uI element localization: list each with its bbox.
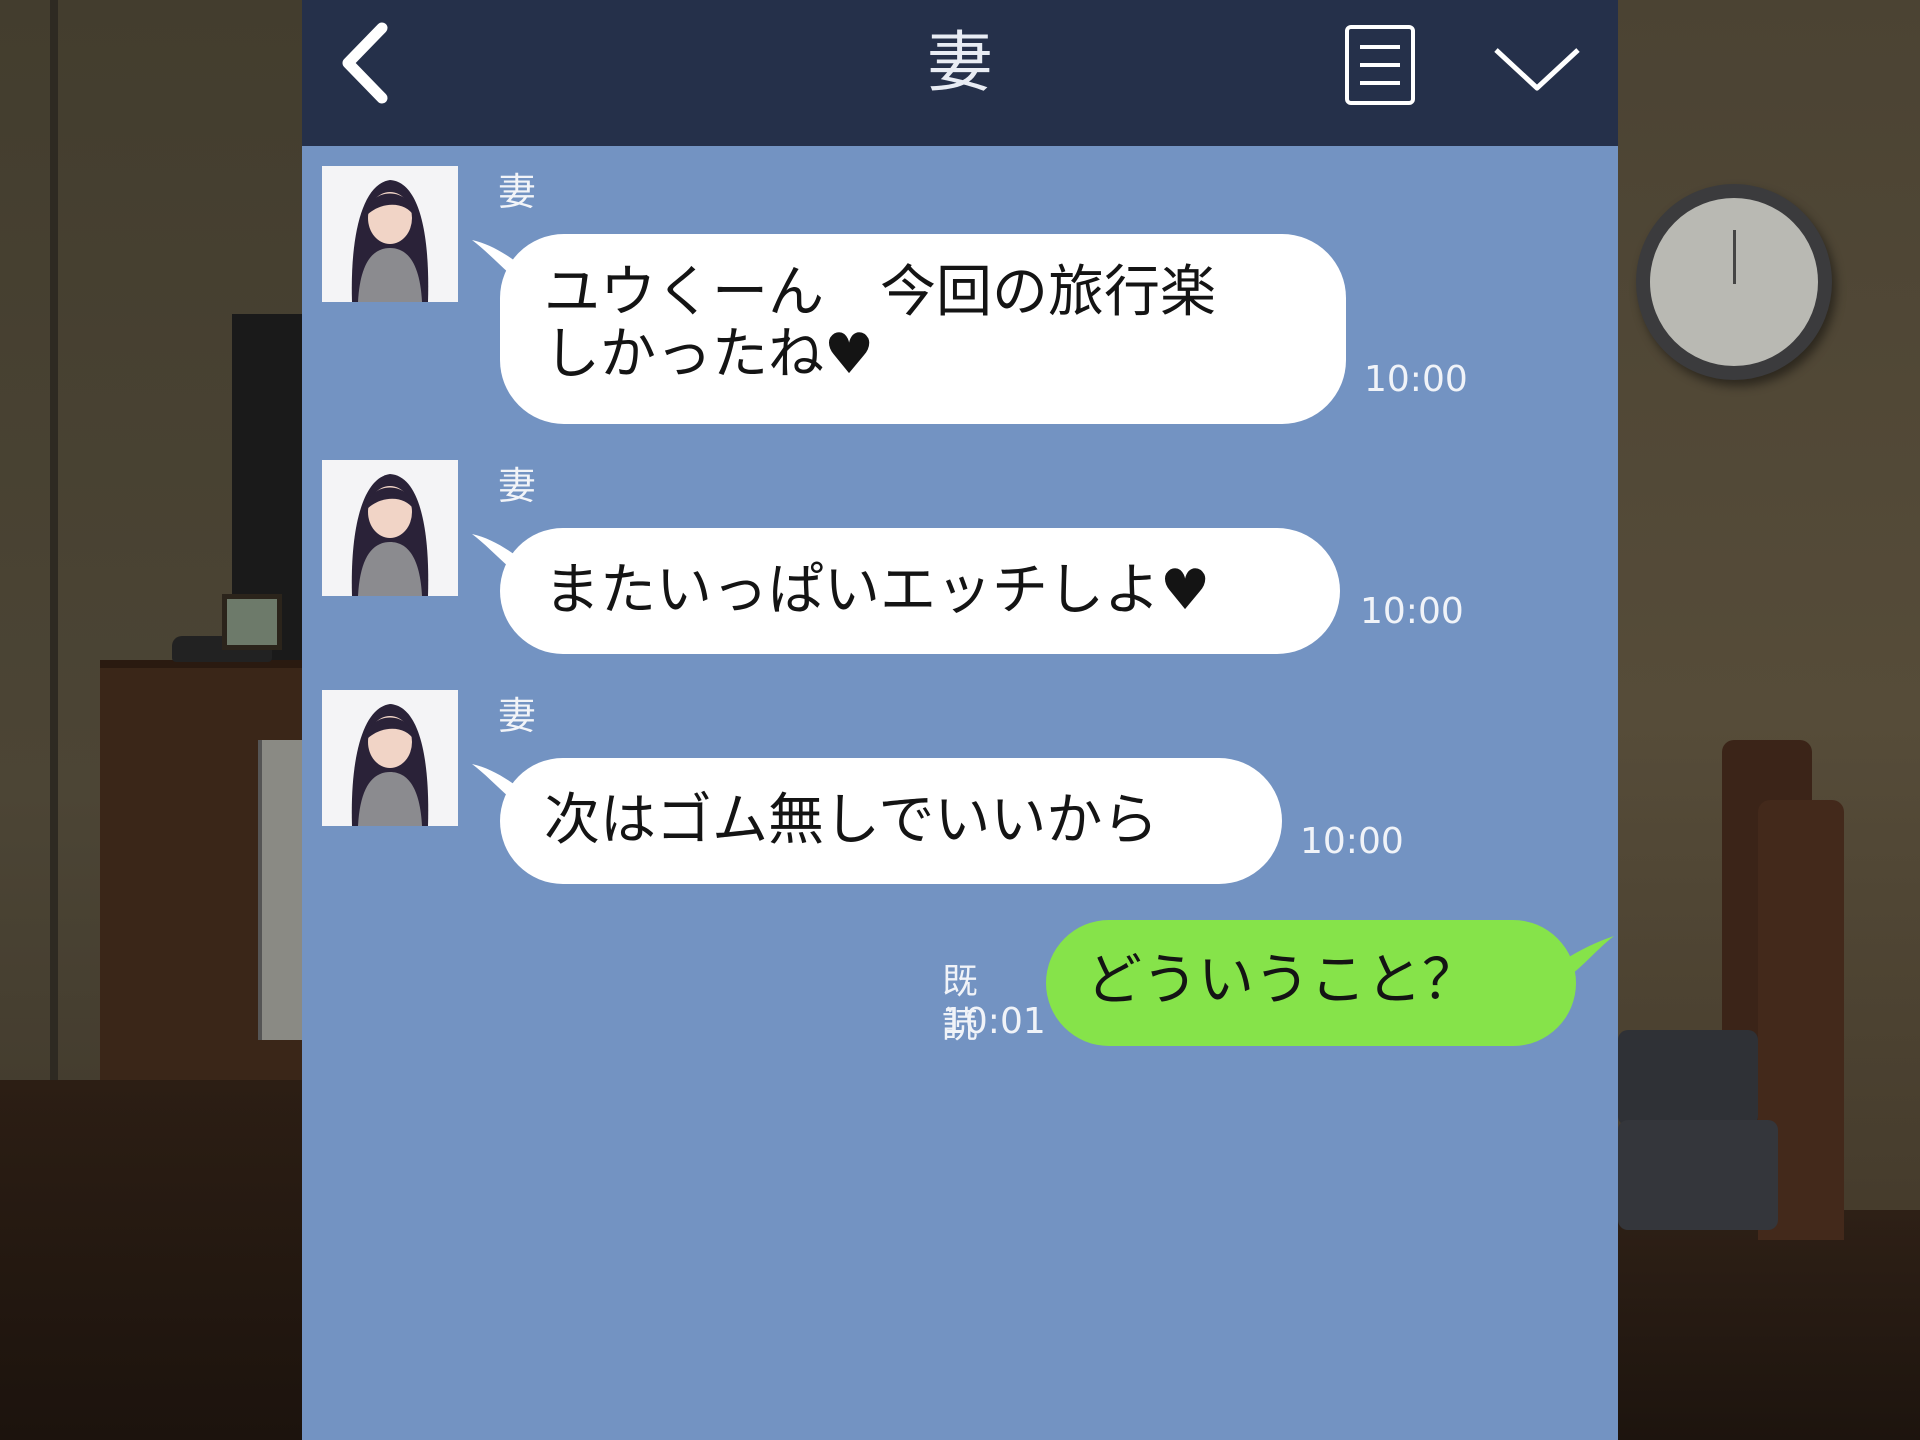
- message-bubble[interactable]: 次はゴム無しでいいから: [500, 758, 1282, 884]
- chair-seat: [1618, 1120, 1778, 1230]
- message-time: 10:00: [1360, 591, 1464, 632]
- message-bubble[interactable]: またいっぱいエッチしよ♥: [500, 528, 1340, 654]
- clock-hand: [1733, 230, 1736, 284]
- bubble-tail: [1564, 936, 1614, 980]
- chair-seat: [1618, 1030, 1758, 1126]
- avatar[interactable]: [322, 460, 458, 596]
- chat-header: 妻: [302, 0, 1618, 146]
- menu-lines-icon[interactable]: [1344, 24, 1416, 106]
- sender-name: 妻: [498, 464, 537, 508]
- message-bubble[interactable]: どういうこと？: [1046, 920, 1576, 1046]
- avatar-portrait-image: [322, 690, 458, 826]
- message-text: またいっぱいエッチしよ♥: [544, 558, 1211, 623]
- message-time: 10:00: [1300, 821, 1404, 862]
- message-text: どういうこと？: [1086, 948, 1478, 1013]
- message-time: 10:01: [942, 1001, 1046, 1042]
- sender-name: 妻: [498, 694, 537, 738]
- message-text: ユウくーん 今回の旅行楽 しかったね♥: [544, 260, 1216, 387]
- floor-right: [1618, 1210, 1920, 1440]
- message-bubble[interactable]: ユウくーん 今回の旅行楽 しかったね♥: [500, 234, 1346, 424]
- avatar-portrait-image: [322, 460, 458, 596]
- photo-frame: [222, 594, 282, 650]
- chat-panel: 妻 妻 ユウくーん 今回の旅行楽 しかったね♥ 10:00 妻 またいっぱいエッ…: [302, 0, 1618, 1440]
- chevron-down-icon[interactable]: [1492, 44, 1582, 96]
- sender-name: 妻: [498, 170, 537, 214]
- message-text: 次はゴム無しでいいから: [544, 788, 1159, 853]
- avatar-portrait-image: [322, 166, 458, 302]
- floor-left: [0, 1080, 302, 1440]
- avatar[interactable]: [322, 690, 458, 826]
- cabinet-door: [258, 740, 306, 1040]
- avatar[interactable]: [322, 166, 458, 302]
- chat-title: 妻: [927, 24, 993, 101]
- message-time: 10:00: [1364, 359, 1468, 400]
